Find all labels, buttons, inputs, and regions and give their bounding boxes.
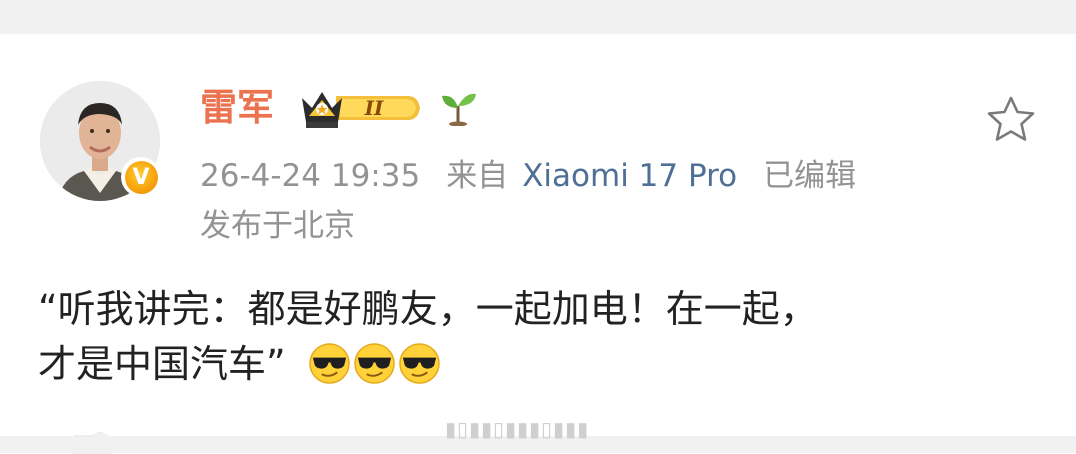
sunglasses-emoji-icon — [308, 343, 350, 384]
verified-mark: V — [132, 164, 150, 190]
post-text-line-2: 才是中国汽车” — [38, 342, 286, 386]
device-link[interactable]: Xiaomi 17 Pro — [522, 158, 737, 194]
post-meta: 26-4-24 19:35 来自 Xiaomi 17 Pro 已编辑 — [200, 153, 856, 199]
quote-notch — [72, 432, 112, 454]
post-body: “听我讲完：都是好鹏友，一起加电！在一起， 才是中国汽车” — [38, 282, 1038, 392]
sunglasses-emoji-icon — [398, 343, 440, 384]
location-name: 北京 — [293, 208, 355, 244]
post-location: 发布于北京 — [200, 203, 355, 249]
verified-badge-icon: V — [124, 160, 158, 194]
sunglasses-emoji-icon — [353, 343, 395, 384]
level-label: II — [364, 96, 384, 120]
author-name[interactable]: 雷军 — [200, 84, 274, 132]
sprout-icon — [436, 90, 480, 127]
post-text-line-1: “听我讲完：都是好鹏友，一起加电！在一起， — [38, 287, 818, 331]
favorite-star-button[interactable] — [985, 94, 1037, 144]
source-prefix: 来自 — [446, 158, 509, 194]
location-prefix: 发布于 — [200, 208, 293, 244]
post-text-line-2-wrap: 才是中国汽车” — [38, 337, 1038, 392]
verified-badge: V — [121, 157, 161, 197]
watermark: ▮▯▮▮▯▮▮▮▯▮▮▮ — [445, 417, 590, 441]
crown-badge-icon[interactable]: II — [300, 86, 422, 130]
top-separator — [0, 0, 1076, 34]
edited-label[interactable]: 已编辑 — [763, 158, 856, 194]
post-timestamp: 26-4-24 19:35 — [200, 158, 421, 194]
star-outline-icon — [987, 96, 1035, 141]
